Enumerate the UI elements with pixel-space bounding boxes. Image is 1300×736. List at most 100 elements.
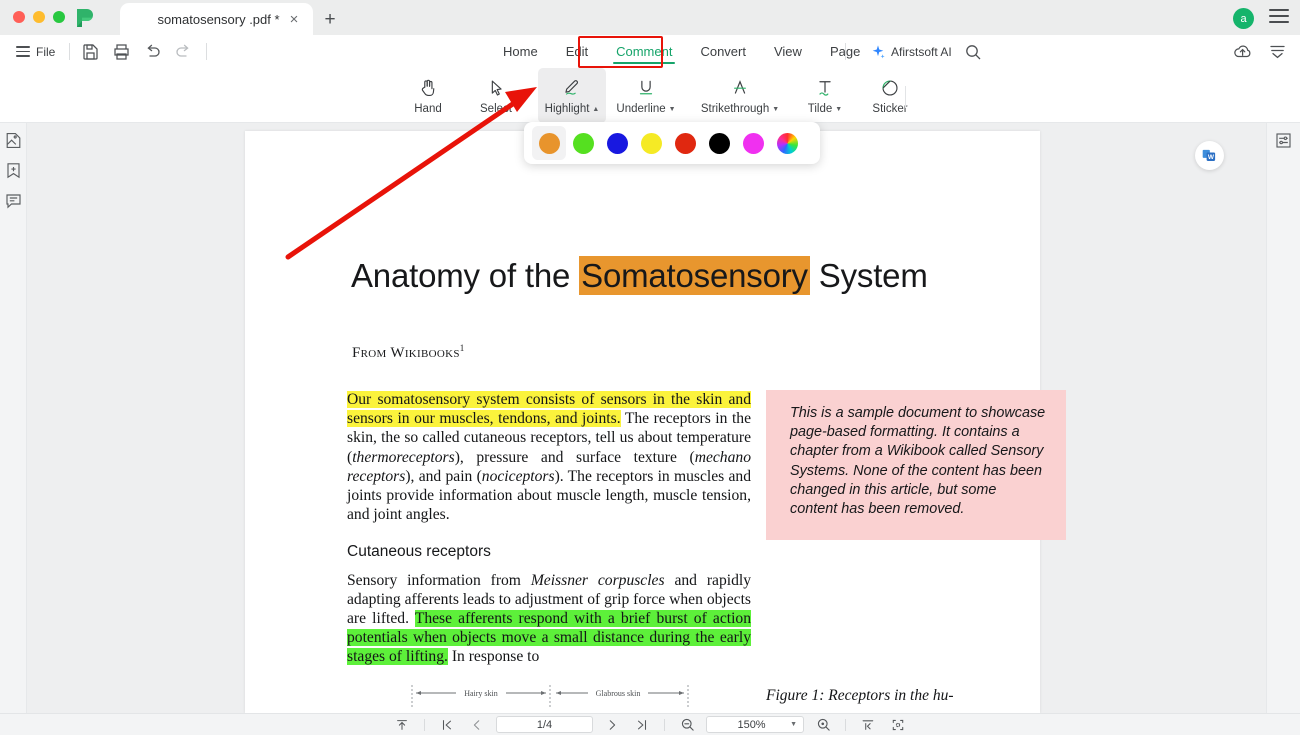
fit-page-icon[interactable]: [883, 714, 913, 736]
paragraph-1-rest-c: ), and pain (: [405, 468, 481, 485]
document-section-heading: Cutaneous receptors: [347, 542, 751, 561]
chevron-down-icon[interactable]: ▼: [835, 106, 842, 113]
app-logo-icon: [72, 7, 97, 29]
cloud-upload-icon[interactable]: [1232, 41, 1253, 62]
afirstsoft-ai-label: Afirstsoft AI: [891, 45, 952, 59]
ribbon-divider: [905, 86, 906, 108]
svg-text:Glabrous skin: Glabrous skin: [596, 689, 641, 698]
convert-to-word-icon[interactable]: W: [1195, 141, 1224, 170]
menu-item-comment[interactable]: Comment: [602, 35, 686, 68]
maximize-window-button[interactable]: [53, 11, 65, 23]
app-menu-icon[interactable]: [1269, 9, 1289, 27]
svg-text:W: W: [1208, 154, 1215, 161]
sticker-icon: [879, 76, 901, 100]
paragraph-2-italic-1: Meissner corpuscles: [531, 572, 665, 589]
menu-item-edit[interactable]: Edit: [552, 35, 602, 68]
document-viewport[interactable]: W Anatomy of the Somatosensory System Fr…: [27, 123, 1266, 713]
page-number-input[interactable]: 1/4: [496, 716, 593, 733]
redo-icon[interactable]: [173, 41, 194, 62]
close-window-button[interactable]: [13, 11, 25, 23]
tool-hand[interactable]: Hand: [394, 68, 462, 123]
menu-divider-3: [845, 43, 846, 60]
tool-select-label: Select: [480, 103, 512, 115]
new-tab-button[interactable]: +: [318, 8, 342, 32]
chevron-down-icon: ▼: [790, 721, 797, 728]
color-swatch-blue[interactable]: [600, 126, 634, 160]
chevron-up-icon[interactable]: ▲: [592, 106, 599, 113]
tab-close-icon[interactable]: ×: [285, 10, 303, 28]
print-icon[interactable]: [111, 41, 132, 62]
tool-sticker[interactable]: Sticker: [856, 68, 924, 123]
pdf-page[interactable]: Anatomy of the Somatosensory System From…: [245, 131, 1040, 713]
thumbnails-icon[interactable]: [4, 131, 23, 150]
tool-strikethrough[interactable]: Strikethrough ▼: [686, 68, 794, 123]
document-left-column: Our somatosensory system consists of sen…: [347, 390, 751, 667]
document-tab[interactable]: somatosensory .pdf * ×: [120, 3, 313, 35]
zoom-in-icon[interactable]: [808, 714, 838, 736]
chevron-down-icon[interactable]: ▼: [772, 106, 779, 113]
file-hamburger-icon: [16, 46, 30, 57]
minimize-window-button[interactable]: [33, 11, 45, 23]
color-swatch-yellow[interactable]: [634, 126, 668, 160]
ribbon-tools: Hand Select Highlight ▲: [394, 68, 924, 123]
status-divider-1: [424, 719, 425, 731]
zoom-level-value: 150%: [713, 719, 790, 731]
comments-panel-icon[interactable]: [4, 191, 23, 210]
search-icon[interactable]: [964, 43, 982, 61]
bookmark-add-icon[interactable]: [4, 161, 23, 180]
tool-sticker-label: Sticker: [872, 103, 907, 115]
color-swatch-green[interactable]: [566, 126, 600, 160]
right-side-rail: [1266, 123, 1300, 713]
next-page-icon[interactable]: [597, 714, 627, 736]
tool-tilde-text: Tilde: [808, 103, 833, 115]
previous-page-icon[interactable]: [462, 714, 492, 736]
color-swatch-custom-color-wheel[interactable]: [770, 126, 804, 160]
avatar[interactable]: a: [1233, 8, 1254, 29]
tool-select[interactable]: Select: [462, 68, 530, 123]
chevron-down-icon[interactable]: ▼: [669, 106, 676, 113]
document-source-text: From Wikibooks: [352, 345, 460, 361]
highlight-color-palette[interactable]: [524, 122, 820, 164]
zoom-level-select[interactable]: 150% ▼: [706, 716, 804, 733]
color-swatch-magenta[interactable]: [736, 126, 770, 160]
document-source-footnote: 1: [460, 343, 465, 353]
page-number-value: 1/4: [537, 719, 552, 731]
menu-item-home-label: Home: [503, 44, 538, 59]
menu-item-view[interactable]: View: [760, 35, 816, 68]
tool-highlight-label: Highlight ▲: [545, 103, 600, 115]
tool-underline[interactable]: Underline ▼: [606, 68, 686, 123]
paragraph-2-a: Sensory information from: [347, 572, 531, 589]
color-swatch-orange[interactable]: [532, 126, 566, 160]
tool-highlight-text: Highlight: [545, 103, 590, 115]
title-bar: somatosensory .pdf * × + a: [0, 0, 1300, 35]
status-bar: 1/4 150% ▼: [0, 713, 1300, 735]
tool-hand-label: Hand: [414, 103, 442, 115]
fit-width-icon[interactable]: [853, 714, 883, 736]
tilde-icon: [814, 76, 836, 100]
underline-icon: [635, 76, 657, 100]
zoom-out-icon[interactable]: [672, 714, 702, 736]
tab-title: somatosensory .pdf *: [130, 12, 285, 27]
color-swatch-red[interactable]: [668, 126, 702, 160]
afirstsoft-ai-button[interactable]: Afirstsoft AI: [870, 35, 952, 68]
menu-item-convert[interactable]: Convert: [686, 35, 760, 68]
file-menu-button[interactable]: File: [16, 45, 55, 59]
collapse-ribbon-icon[interactable]: [1267, 41, 1288, 62]
tool-tilde[interactable]: Tilde ▼: [794, 68, 856, 123]
cursor-arrow-icon: [485, 76, 507, 100]
save-icon[interactable]: [80, 41, 101, 62]
document-sample-note: This is a sample document to showcase pa…: [766, 390, 1066, 540]
undo-icon[interactable]: [142, 41, 163, 62]
scroll-to-top-icon[interactable]: [387, 714, 417, 736]
properties-panel-icon[interactable]: [1274, 131, 1293, 150]
menu-item-home[interactable]: Home: [489, 35, 552, 68]
window-traffic-lights: [13, 11, 65, 23]
last-page-icon[interactable]: [627, 714, 657, 736]
tool-highlight[interactable]: Highlight ▲: [538, 68, 606, 123]
document-paragraph-2: Sensory information from Meissner corpus…: [347, 571, 751, 667]
ai-sparkle-icon: [870, 44, 886, 60]
color-swatch-black[interactable]: [702, 126, 736, 160]
first-page-icon[interactable]: [432, 714, 462, 736]
document-title-post: System: [810, 257, 928, 294]
strikethrough-icon: [729, 76, 751, 100]
